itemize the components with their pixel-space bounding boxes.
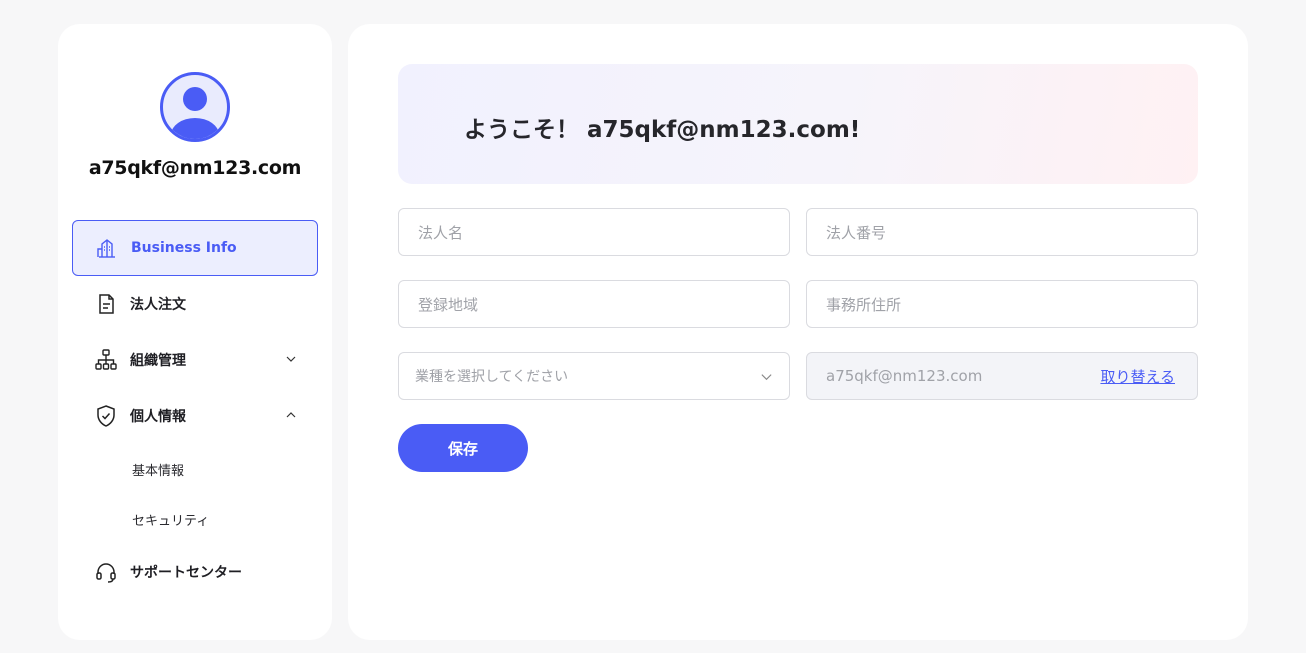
email-value: a75qkf@nm123.com — [826, 367, 983, 385]
sidebar-item-business-info[interactable]: Business Info — [72, 220, 318, 276]
office-address-placeholder: 事務所住所 — [826, 295, 902, 314]
corp-name-placeholder: 法人名 — [418, 223, 464, 242]
shield-check-icon — [94, 404, 118, 428]
swap-email-link[interactable]: 取り替える — [1100, 366, 1175, 387]
region-input[interactable]: 登録地域 — [398, 280, 790, 328]
sidebar-item-label: Business Info — [131, 240, 237, 256]
industry-placeholder: 業種を選択してください — [415, 369, 569, 385]
sidebar-item-label: サポートセンター — [130, 565, 242, 581]
sidebar-item-label: 個人情報 — [130, 409, 186, 425]
sidebar-item-corporate-orders[interactable]: 法人注文 — [72, 276, 318, 332]
sidebar-subitem-security[interactable]: セキュリティ — [132, 510, 209, 529]
sidebar-item-label: 法人注文 — [130, 297, 186, 313]
email-field: a75qkf@nm123.com 取り替える — [806, 352, 1198, 400]
chevron-up-icon — [286, 412, 296, 418]
corp-number-placeholder: 法人番号 — [826, 223, 887, 242]
org-chart-icon — [94, 348, 118, 372]
industry-select[interactable]: 業種を選択してください — [398, 352, 790, 400]
office-address-input[interactable]: 事務所住所 — [806, 280, 1198, 328]
main-panel: ようこそ！ a75qkf@nm123.com! 法人名 法人番号 登録地域 事務… — [348, 24, 1248, 640]
building-icon — [95, 236, 119, 260]
sidebar-item-support-center[interactable]: サポートセンター — [72, 544, 318, 600]
sidebar-item-org-management[interactable]: 組織管理 — [72, 332, 318, 388]
sidebar-item-personal-info[interactable]: 個人情報 — [72, 388, 318, 444]
chevron-down-icon — [761, 374, 772, 381]
user-avatar-icon — [160, 72, 230, 142]
chevron-down-icon — [286, 356, 296, 362]
user-email: a75qkf@nm123.com — [88, 157, 302, 179]
sidebar-item-label: 組織管理 — [130, 353, 186, 369]
corp-name-input[interactable]: 法人名 — [398, 208, 790, 256]
welcome-title: ようこそ！ a75qkf@nm123.com! — [464, 117, 861, 143]
welcome-banner: ようこそ！ a75qkf@nm123.com! — [398, 64, 1198, 184]
corp-number-input[interactable]: 法人番号 — [806, 208, 1198, 256]
sidebar: a75qkf@nm123.com Business Info 法人注文 組織管理… — [58, 24, 332, 640]
save-button[interactable]: 保存 — [398, 424, 528, 472]
headset-icon — [94, 560, 118, 584]
document-icon — [94, 292, 118, 316]
region-placeholder: 登録地域 — [418, 295, 479, 314]
sidebar-subitem-basic-info[interactable]: 基本情報 — [132, 460, 184, 479]
